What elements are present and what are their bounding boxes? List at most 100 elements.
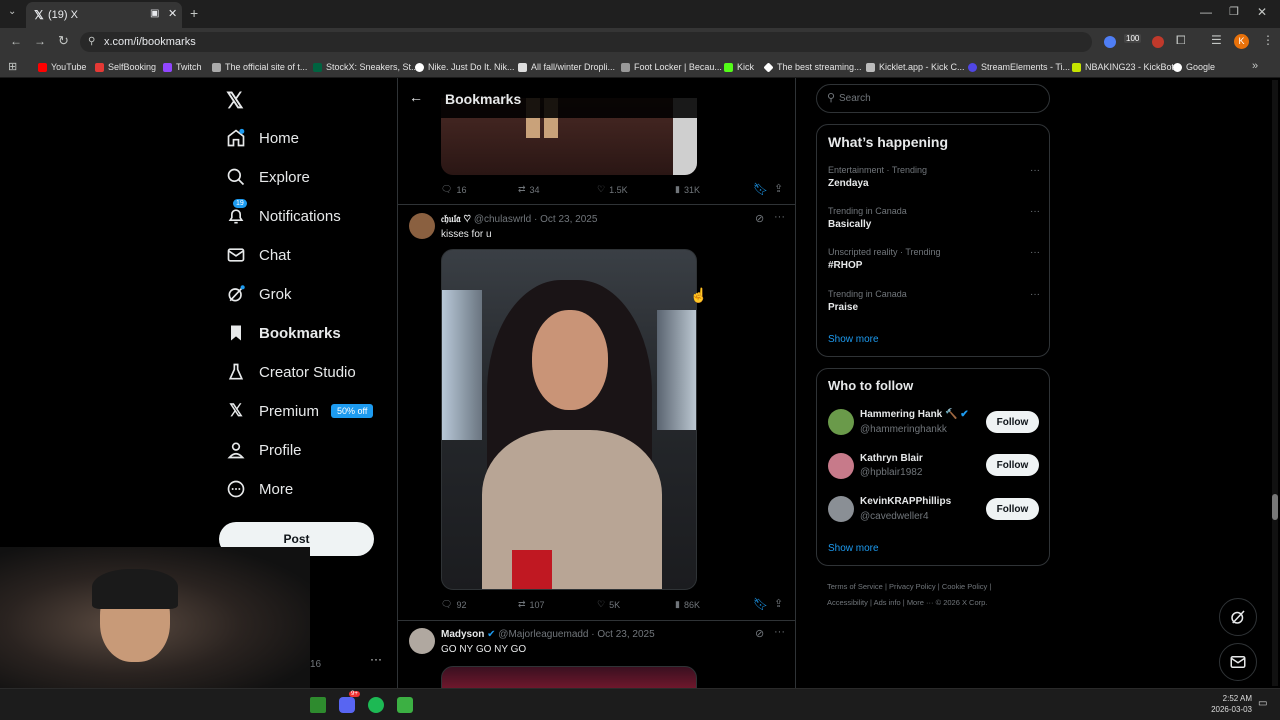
follow-name[interactable]: KevinKRAPPhillips <box>860 496 951 507</box>
bookmark-footlocker[interactable]: Foot Locker | Becau... <box>621 56 722 78</box>
minimize-icon[interactable]: — <box>1200 5 1212 19</box>
tweet-date[interactable]: Oct 23, 2025 <box>597 629 654 640</box>
discord-icon[interactable] <box>339 697 355 713</box>
reply-button[interactable]: 🗨 92 <box>441 599 466 610</box>
bookmarked-icon[interactable]: 🔖︎ <box>753 182 768 196</box>
follow-name[interactable]: Kathryn Blair <box>860 453 923 464</box>
avatar[interactable] <box>409 213 435 239</box>
tab-media-icon[interactable]: ▣ <box>150 8 159 19</box>
media-queue-icon[interactable]: ☰ <box>1211 33 1222 47</box>
trend-item[interactable]: Trending in Canada Praise ··· <box>828 289 1040 313</box>
notification-center-icon[interactable]: ▭ <box>1258 698 1267 709</box>
follow-button[interactable]: Follow <box>986 498 1039 520</box>
extensions-puzzle-icon[interactable]: ⧠ <box>1176 33 1186 48</box>
new-tab-icon[interactable]: + <box>190 5 198 21</box>
tweet-more-icon[interactable]: ··· <box>774 626 785 638</box>
nav-more[interactable]: More <box>225 472 293 506</box>
footer-terms[interactable]: Terms of Service <box>827 582 883 591</box>
profile-avatar-icon[interactable]: K <box>1234 34 1249 49</box>
back-icon[interactable]: ← <box>10 34 22 48</box>
taskbar-date[interactable]: 2026-03-03 <box>1208 705 1252 714</box>
bookmark-official-site[interactable]: The official site of t... <box>212 56 307 78</box>
grok-icon[interactable]: ⊘ <box>755 212 764 225</box>
trend-item[interactable]: Trending in Canada Basically ··· <box>828 206 1040 230</box>
reply-button[interactable]: 🗨 16 <box>441 184 466 195</box>
trend-item[interactable]: Entertainment · Trending Zendaya ··· <box>828 165 1040 189</box>
nav-bookmarks[interactable]: Bookmarks <box>225 316 341 350</box>
share-icon[interactable]: ⇪ <box>774 597 783 610</box>
repost-button[interactable]: ⇄ 107 <box>518 599 545 610</box>
grok-float-button[interactable] <box>1219 598 1257 636</box>
browser-tab[interactable]: 𝕏 (19) X ▣ ✕ <box>26 2 182 28</box>
avatar[interactable] <box>828 496 854 522</box>
apps-grid-icon[interactable]: ⊞ <box>8 60 17 73</box>
tweet-author-name[interactable]: 𝔠𝔥𝔲𝔩𝔞 ♡ <box>441 214 471 225</box>
url-text[interactable]: x.com/i/bookmarks <box>104 36 196 48</box>
bookmark-dropli[interactable]: All fall/winter Dropli... <box>518 56 615 78</box>
address-bar[interactable]: ⚲ x.com/i/bookmarks <box>80 32 1092 52</box>
views-button[interactable]: ▮ 86K <box>675 599 700 610</box>
nav-creator-studio[interactable]: Creator Studio <box>225 355 356 389</box>
extension-blue-icon[interactable] <box>1104 36 1116 48</box>
show-more-link[interactable]: Show more <box>828 334 879 345</box>
tweet-media-image[interactable] <box>441 249 697 590</box>
bookmark-streaming[interactable]: The best streaming... <box>763 56 862 78</box>
trend-more-icon[interactable]: ··· <box>1030 247 1040 258</box>
footer-accessibility[interactable]: Accessibility <box>827 598 868 607</box>
spotify-icon[interactable] <box>368 697 384 713</box>
tweet-date[interactable]: Oct 23, 2025 <box>540 214 597 225</box>
tweet-media-image[interactable] <box>441 666 697 688</box>
bookmark-stockx[interactable]: StockX: Sneakers, St... <box>313 56 419 78</box>
nav-home[interactable]: Home <box>225 121 299 155</box>
bookmark-kicklet[interactable]: Kicklet.app - Kick C... <box>866 56 965 78</box>
minecraft-icon[interactable] <box>310 697 326 713</box>
close-window-icon[interactable]: ✕ <box>1257 5 1267 19</box>
x-logo-icon[interactable]: 𝕏 <box>226 88 244 114</box>
footer-cookie[interactable]: Cookie Policy <box>942 582 987 591</box>
trend-more-icon[interactable]: ··· <box>1030 165 1040 176</box>
avatar[interactable] <box>828 453 854 479</box>
more-bookmarks-icon[interactable]: » <box>1252 60 1258 72</box>
tweet-author-handle[interactable]: @chulaswrld <box>474 214 531 225</box>
bookmark-google[interactable]: Google <box>1173 56 1215 78</box>
back-arrow-icon[interactable]: ← <box>409 89 423 105</box>
nav-chat[interactable]: Chat <box>225 238 291 272</box>
page-scrollbar[interactable] <box>1272 80 1278 686</box>
trend-more-icon[interactable]: ··· <box>1030 206 1040 217</box>
taskbar-time[interactable]: 2:52 AM <box>1214 694 1252 703</box>
show-more-link[interactable]: Show more <box>828 543 879 554</box>
tab-search-icon[interactable]: ⌄ <box>8 6 16 17</box>
bookmark-streamelements[interactable]: StreamElements - Ti... <box>968 56 1070 78</box>
nav-grok[interactable]: Grok <box>225 277 292 311</box>
follow-button[interactable]: Follow <box>986 411 1039 433</box>
footer-ads-info[interactable]: Ads info <box>874 598 901 607</box>
views-button[interactable]: ▮ 31K <box>675 184 700 195</box>
bookmark-nike[interactable]: Nike. Just Do It. Nik... <box>415 56 515 78</box>
follow-button[interactable]: Follow <box>986 454 1039 476</box>
tweet-more-icon[interactable]: ··· <box>774 211 785 223</box>
footer-privacy[interactable]: Privacy Policy <box>889 582 936 591</box>
nav-premium[interactable]: 𝕏 Premium 50% off <box>225 394 374 428</box>
trend-more-icon[interactable]: ··· <box>1030 289 1040 300</box>
nav-profile[interactable]: Profile <box>225 433 302 467</box>
bookmark-selfbooking[interactable]: SelfBooking <box>95 56 156 78</box>
follow-name[interactable]: Hammering Hank 🔨 ✔ <box>860 409 969 420</box>
grok-icon[interactable]: ⊘ <box>755 627 764 640</box>
forward-icon[interactable]: → <box>34 34 46 48</box>
account-more-icon[interactable]: ··· <box>370 652 382 666</box>
avatar[interactable] <box>409 628 435 654</box>
chrome-menu-icon[interactable]: ⋮ <box>1262 33 1274 47</box>
search-input[interactable]: ⚲ Search <box>816 84 1050 113</box>
bookmark-kickbot[interactable]: NBAKING23 - KickBot <box>1072 56 1174 78</box>
bookmark-youtube[interactable]: YouTube <box>38 56 86 78</box>
close-tab-icon[interactable]: ✕ <box>168 7 177 20</box>
app-icon[interactable] <box>397 697 413 713</box>
bookmarked-icon[interactable]: 🔖︎ <box>753 597 768 611</box>
like-button[interactable]: ♡ 5K <box>597 599 620 610</box>
repost-button[interactable]: ⇄ 34 <box>518 184 540 195</box>
footer-more[interactable]: More ··· <box>907 598 934 607</box>
messages-float-button[interactable] <box>1219 643 1257 681</box>
extension-red-icon[interactable] <box>1152 36 1164 48</box>
avatar[interactable] <box>828 409 854 435</box>
tweet-author-name[interactable]: Madyson <box>441 629 484 640</box>
